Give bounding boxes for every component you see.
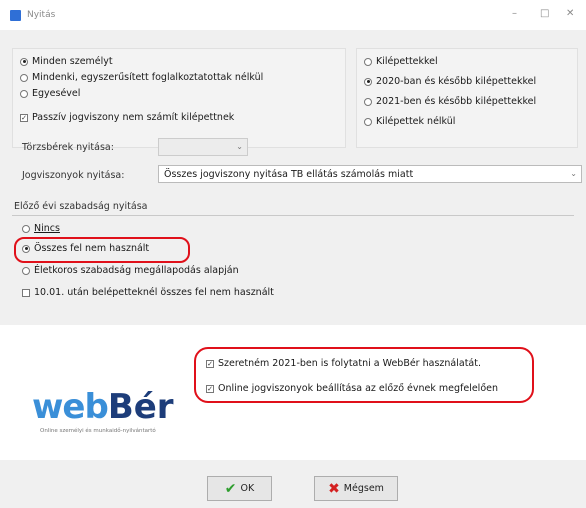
chevron-down-icon: ⌄ [570, 169, 577, 178]
torzsberek-combo[interactable]: ⌄ [158, 138, 248, 156]
radio-icon [20, 89, 28, 98]
online-jogviszony-checkbox[interactable]: ✓ Online jogviszonyok beállítása az előz… [206, 383, 498, 394]
jogviszonyok-combo[interactable]: Összes jogviszony nyitása TB ellátás szá… [158, 165, 582, 183]
radio-kilepettekkel[interactable]: Kilépettekkel [364, 56, 438, 67]
radio-nincs[interactable]: Nincs [22, 223, 60, 234]
radio-label: Kilépettekkel [376, 56, 438, 67]
app-icon [10, 9, 21, 21]
combo-value: Összes jogviszony nyitása TB ellátás szá… [164, 168, 414, 180]
radio-icon [22, 266, 30, 275]
radio-selected-icon [364, 77, 372, 86]
radio-2021-kilepettekkel[interactable]: 2021-ben és később kilépettekkel [364, 96, 536, 107]
title-bar: Nyitás – □ ✕ [0, 0, 586, 30]
radio-icon [20, 73, 28, 82]
window-title: Nyitás [27, 10, 56, 20]
radio-label: Összes fel nem használt [34, 243, 150, 254]
radio-selected-icon [20, 57, 28, 66]
checkbox-checked-icon: ✓ [206, 384, 214, 393]
checkbox-icon [22, 288, 30, 297]
radio-selected-icon [22, 244, 30, 253]
cancel-button[interactable]: ✖ Mégsem [314, 476, 398, 501]
x-cross-icon: ✖ [328, 480, 340, 497]
torzsberek-label: Törzsbérek nyitása: [22, 142, 114, 153]
radio-icon [364, 57, 372, 66]
cancel-label: Mégsem [343, 483, 384, 494]
continue-webber-checkbox[interactable]: ✓ Szeretném 2021-ben is folytatni a WebB… [206, 358, 481, 369]
logo-ber-text: Bér [107, 387, 174, 427]
radio-label: Mindenki, egyszerűsített foglalkoztatott… [32, 72, 264, 83]
radio-icon [22, 224, 30, 233]
radio-label: Minden személyt [32, 56, 113, 67]
radio-osszes-fel-nem-hasznalt[interactable]: Összes fel nem használt [22, 243, 149, 254]
radio-label: Nincs [34, 223, 60, 234]
radio-2020-kilepettekkel[interactable]: 2020-ban és később kilépettekkel [364, 76, 536, 87]
radio-icon [364, 97, 372, 106]
radio-label: 2021-ben és később kilépettekkel [376, 96, 537, 107]
checkbox-checked-icon: ✓ [206, 359, 214, 368]
ok-label: OK [240, 483, 255, 494]
checkbox-label: 10.01. után belépetteknél összes fel nem… [34, 287, 274, 298]
checkbox-checked-icon: ✓ [20, 113, 28, 122]
chevron-down-icon: ⌄ [236, 142, 243, 151]
logo-web-text: web [32, 387, 109, 427]
jogviszonyok-label: Jogviszonyok nyitása: [22, 170, 125, 181]
leave-section-title: Előző évi szabadság nyitása [14, 201, 148, 212]
webber-logo: webBér [32, 387, 174, 427]
radio-icon [364, 117, 372, 126]
opening-settings-panel: Minden személyt Mindenki, egyszerűsített… [0, 30, 586, 191]
ok-button[interactable]: ✔ OK [207, 476, 272, 501]
radio-label: Egyesével [32, 88, 81, 99]
checkbox-label: Passzív jogviszony nem számít kilépettne… [32, 112, 235, 123]
radio-eletkoros-szabadsag[interactable]: Életkoros szabadság megállapodás alapján [22, 265, 239, 276]
dialog-footer: ✔ OK ✖ Mégsem [0, 460, 586, 508]
checkbox-label: Online jogviszonyok beállítása az előző … [218, 383, 498, 394]
section-divider [12, 215, 574, 216]
passive-checkbox[interactable]: ✓ Passzív jogviszony nem számít kilépett… [20, 112, 234, 123]
radio-kilepettek-nelkul[interactable]: Kilépettek nélkül [364, 116, 455, 127]
maximize-button[interactable]: □ [540, 8, 549, 19]
logo-tagline: Online személyi és munkaidő-nyilvántartó [40, 428, 156, 434]
radio-label: Kilépettek nélkül [376, 116, 456, 127]
radio-label: Életkoros szabadság megállapodás alapján [34, 265, 239, 276]
radio-label: 2020-ban és később kilépettekkel [376, 76, 537, 87]
radio-egyesevel[interactable]: Egyesével [20, 88, 80, 99]
radio-egyszerusitett-nelkul[interactable]: Mindenki, egyszerűsített foglalkoztatott… [20, 72, 263, 83]
leave-panel: Előző évi szabadság nyitása Nincs Összes… [0, 191, 586, 325]
close-button[interactable]: ✕ [566, 8, 574, 19]
minimize-button[interactable]: – [512, 8, 517, 19]
checkmark-icon: ✔ [224, 480, 237, 497]
after-date-checkbox[interactable]: 10.01. után belépetteknél összes fel nem… [22, 287, 274, 298]
checkbox-label: Szeretném 2021-ben is folytatni a WebBér… [218, 358, 481, 369]
radio-minden-szemelyt[interactable]: Minden személyt [20, 56, 113, 67]
